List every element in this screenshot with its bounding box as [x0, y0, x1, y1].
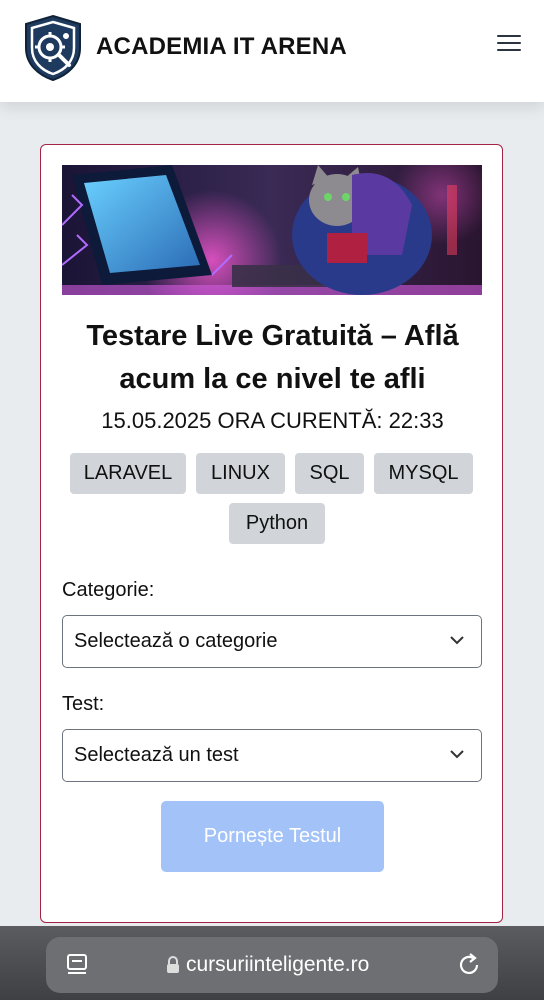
chevron-down-icon — [450, 636, 464, 645]
tag-sql[interactable]: SQL — [295, 453, 364, 494]
hamburger-menu-icon[interactable] — [492, 30, 526, 58]
tag-python[interactable]: Python — [229, 503, 325, 544]
tag-laravel[interactable]: LARAVEL — [70, 453, 186, 494]
category-select-value: Selectează o categorie — [74, 630, 278, 652]
browser-address-bar: cursuriinteligente.ro — [0, 926, 544, 1000]
tag-mysql[interactable]: MYSQL — [374, 453, 473, 494]
reload-icon[interactable] — [456, 952, 482, 978]
title-line-1: Testare Live Gratuită – Află — [86, 320, 459, 352]
chevron-down-icon — [450, 750, 464, 759]
page-title: Testare Live Gratuită – Află acum la ce … — [51, 315, 494, 401]
test-select[interactable]: Selectează un test — [62, 729, 482, 782]
category-label: Categorie: — [62, 579, 155, 601]
url-field[interactable]: cursuriinteligente.ro — [46, 937, 498, 993]
hero-image — [62, 165, 482, 295]
shield-gear-logo-icon[interactable] — [22, 14, 84, 82]
test-select-value: Selectează un test — [74, 744, 239, 766]
tabs-icon[interactable] — [66, 953, 88, 977]
current-datetime: 15.05.2025 ORA CURENTĂ: 22:33 — [101, 408, 444, 433]
brand-name[interactable]: ACADEMIA IT ARENA — [96, 33, 347, 61]
tag-linux[interactable]: LINUX — [196, 453, 285, 494]
title-line-2: acum la ce nivel te afli — [119, 363, 426, 395]
url-text: cursuriinteligente.ro — [186, 953, 370, 976]
site-header: ACADEMIA IT ARENA — [0, 0, 544, 102]
start-test-button[interactable]: Pornește Testul — [161, 801, 384, 872]
test-card: Testare Live Gratuită – Află acum la ce … — [40, 144, 503, 923]
lock-icon — [167, 956, 179, 973]
category-select[interactable]: Selectează o categorie — [62, 615, 482, 668]
test-label: Test: — [62, 693, 105, 715]
